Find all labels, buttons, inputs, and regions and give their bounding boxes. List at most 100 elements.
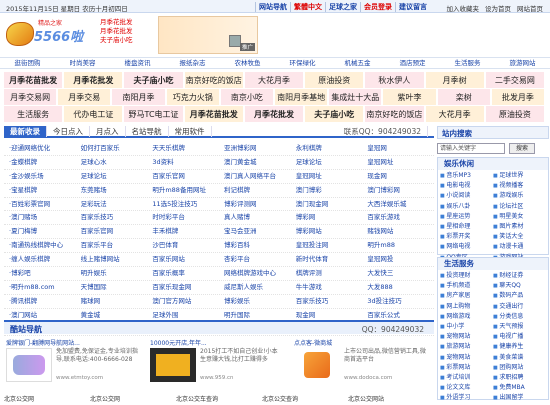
list-link[interactable]: 宝马会亚洲 [219,225,291,238]
sidebar-link[interactable]: 电视广播 [493,332,546,342]
sidebar-link[interactable]: 动漫卡通 [493,242,546,252]
keyword-cell[interactable]: 秋水伊人 [365,72,424,88]
sidebar-link[interactable]: 天气预报 [493,322,546,332]
sidebar-link[interactable]: 彩票网站 [440,363,493,373]
list-link[interactable]: 3d投注技巧 [362,295,434,308]
list-link[interactable]: 澳门黄金城 [219,156,291,169]
keyword-cell[interactable]: 月季花批发 [244,106,304,122]
tab-month[interactable]: 月点入 [90,126,126,137]
sidebar-link[interactable]: 出国留学 [493,393,546,403]
category-link[interactable]: 农林牧鱼 [220,58,275,68]
keyword-cell[interactable]: 巧克力火锅 [166,89,219,105]
sidebar-link[interactable]: 论坛社区 [493,202,546,212]
sidebar-link[interactable]: 聊天QQ [493,281,546,291]
list-link[interactable]: 百家乐游戏 [362,211,434,224]
list-link[interactable]: 丰禾棋牌 [147,225,219,238]
sidebar-link[interactable]: 视频播客 [493,181,546,191]
keyword-cell[interactable]: 批发月季 [491,89,545,105]
keyword-cell[interactable]: 夫子庙小吃 [124,72,183,88]
list-link[interactable]: 百家乐官网 [147,170,219,183]
list-link[interactable]: 如何打百家乐 [76,142,148,155]
sidebar-link[interactable]: 娱乐八卦 [440,202,493,212]
list-link[interactable]: ·澳门赌场 [4,211,76,224]
top-link-traditional[interactable]: 繁體中文 [290,2,325,12]
list-link[interactable]: 亚洲博彩网 [219,142,291,155]
category-link[interactable]: 生活服务 [440,58,495,68]
site-logo[interactable]: 精品之家 5566啦 [6,18,86,52]
hot-keyword[interactable]: 夫子庙小吃 [100,36,160,45]
list-link[interactable]: 杏彩平台 [219,253,291,266]
sidebar-link[interactable]: 考试培训 [440,373,493,383]
list-link[interactable]: ·金蝶棋牌 [4,156,76,169]
list-link[interactable]: ·迎通网络优化 [4,142,76,155]
list-link[interactable]: 博彩网 [291,211,363,224]
list-link[interactable]: 皇冠网址 [291,170,363,183]
category-link[interactable]: 时尚美容 [55,58,110,68]
hot-keyword[interactable]: 月季花批发 [100,18,160,27]
list-link[interactable]: ·宝星棋牌 [4,184,76,197]
keyword-cell[interactable]: 大花月季 [244,72,304,88]
list-link[interactable]: 沙巴体育 [147,239,219,252]
add-favorite-link[interactable]: 加入收藏夹 [444,3,483,13]
top-link-feedback[interactable]: 建议留言 [395,2,430,12]
sidebar-link[interactable]: 星相命理 [440,222,493,232]
list-link[interactable]: ·腾讯棋牌 [4,295,76,308]
list-link[interactable]: 百家乐技巧 [291,295,363,308]
list-link[interactable]: 现金网 [362,170,434,183]
list-link[interactable]: 新时代体育 [291,253,363,266]
list-link[interactable]: 博彩网站 [291,225,363,238]
sidebar-link[interactable]: 美食菜谱 [493,353,546,363]
search-input[interactable]: 请输入关键字 [437,143,505,154]
list-link[interactable]: 大西洋娱乐城 [362,198,434,211]
keyword-cell[interactable]: 南阳月季基地 [275,89,328,105]
keyword-cell[interactable]: 月季交易网 [4,89,57,105]
ad-card-url[interactable]: www.959.cn [200,375,234,381]
keyword-cell[interactable]: 夫子庙小吃 [305,106,364,122]
list-link[interactable]: 皇冠投注网 [291,239,363,252]
sidebar-link[interactable]: 宠物网站 [440,353,493,363]
list-link[interactable]: 威尼斯人娱乐 [219,281,291,294]
ad-card-url[interactable]: www.dodoca.com [344,375,392,381]
keyword-cell[interactable]: 大花月季 [425,106,484,122]
list-link[interactable]: 澳门真人网络平台 [219,170,291,183]
sidebar-link[interactable]: 笑话大全 [493,232,546,242]
list-link[interactable]: 天天乐棋牌 [147,142,219,155]
sidebar-link[interactable]: 图片素材 [493,222,546,232]
list-link[interactable]: 百家乐平台 [76,239,148,252]
list-link[interactable]: 时时彩平台 [147,211,219,224]
list-link[interactable]: 皇冠网址 [362,156,434,169]
list-link[interactable]: 3d资料 [147,156,219,169]
list-link[interactable]: 大发888 [362,281,434,294]
sidebar-link[interactable]: 外语学习 [440,393,493,403]
list-link[interactable]: 百家乐概率 [147,267,219,280]
list-link[interactable]: ·夏门梅博 [4,225,76,238]
keyword-cell[interactable]: 月季花批发 [64,72,123,88]
category-link[interactable]: 楼盘资讯 [110,58,165,68]
keyword-cell[interactable]: 南阳月季 [112,89,165,105]
sidebar-link[interactable]: 明星美女 [493,212,546,222]
list-link[interactable]: 足球心水 [76,156,148,169]
list-link[interactable]: 皇冠网 [362,142,434,155]
search-button[interactable]: 搜索 [509,143,535,154]
list-link[interactable]: 澳门博彩 [291,184,363,197]
sidebar-link[interactable]: 游戏娱乐 [493,191,546,201]
sidebar-link[interactable]: 足球世界 [493,171,546,181]
keyword-cell[interactable]: 月季花苗批发 [4,72,63,88]
list-link[interactable]: 百家乐网站 [147,253,219,266]
keyword-cell[interactable]: 南京好吃的饭店 [184,72,243,88]
ad-card-title[interactable]: 爱牌银门-翻膊网导航网站... [6,338,138,347]
sidebar-link[interactable]: 免费MBA [493,383,546,393]
sidebar-link[interactable]: 音乐MP3 [440,171,493,181]
ad-banner[interactable]: 推广 [158,16,258,54]
sidebar-link[interactable]: 网络电视 [440,242,493,252]
list-link[interactable]: ·金沙娱乐场 [4,170,76,183]
list-link[interactable]: ·百姓彩票官网 [4,198,76,211]
list-link[interactable]: 皇冠网投 [362,253,434,266]
list-link[interactable]: 真人赌博 [219,211,291,224]
sidebar-link[interactable]: 投资理财 [440,271,493,281]
list-link[interactable]: 百家乐现金网 [147,281,219,294]
keyword-cell[interactable]: 代办电工证 [64,106,123,122]
keyword-cell[interactable]: 原油投资 [485,106,544,122]
ad-card[interactable]: 10000元开店,年年... 2015打工不如自己创业!小本生意赚大钱,比打工赚… [150,338,282,393]
tab-famous[interactable]: 名站导航 [126,126,169,137]
